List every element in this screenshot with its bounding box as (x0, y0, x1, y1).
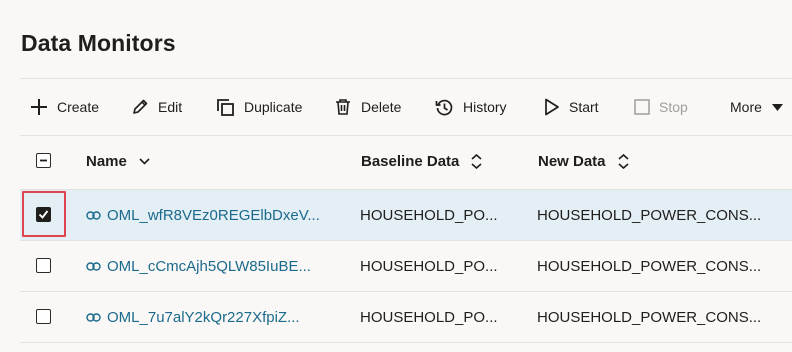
start-label: Start (569, 99, 599, 115)
row-checkbox[interactable] (36, 258, 51, 273)
monitor-name-link[interactable]: OML_wfR8VEz0REGElbDxeV... (86, 190, 348, 240)
more-label: More (730, 99, 762, 115)
stop-icon (634, 99, 650, 115)
caret-down-icon (771, 103, 783, 111)
toolbar: Create Edit Duplicate Delete History Sta… (20, 78, 792, 136)
new-data-cell: HOUSEHOLD_POWER_CONS... (537, 257, 762, 275)
table-row[interactable]: OML_wfR8VEz0REGElbDxeV... HOUSEHOLD_PO..… (20, 190, 792, 241)
create-label: Create (57, 99, 100, 115)
column-name-label: Name (86, 153, 127, 170)
duplicate-label: Duplicate (244, 99, 303, 115)
link-icon (86, 210, 101, 220)
column-header-name[interactable]: Name (86, 134, 150, 189)
page-title: Data Monitors (21, 30, 176, 56)
baseline-data-cell: HOUSEHOLD_PO... (360, 308, 498, 326)
create-button[interactable]: Create (30, 79, 99, 135)
selection-highlight (22, 191, 66, 237)
delete-label: Delete (361, 99, 402, 115)
chevron-down-icon (139, 158, 150, 165)
monitor-name: OML_cCmcAjh5QLW85IuBE... (107, 257, 311, 275)
baseline-data-cell: HOUSEHOLD_PO... (360, 206, 498, 224)
row-checkbox[interactable] (36, 309, 51, 324)
duplicate-icon (217, 98, 234, 116)
pencil-icon (133, 99, 148, 114)
more-button[interactable]: More (730, 79, 792, 135)
table-header: Name Baseline Data New Data (20, 134, 792, 190)
edit-button[interactable]: Edit (131, 79, 182, 135)
table-row[interactable]: OML_7u7alY2kQr227XfpiZ... HOUSEHOLD_PO..… (20, 292, 792, 343)
column-baseline-label: Baseline Data (361, 153, 460, 170)
history-button[interactable]: History (435, 79, 507, 135)
edit-label: Edit (158, 99, 183, 115)
monitor-name: OML_7u7alY2kQr227XfpiZ... (107, 308, 300, 326)
link-icon (86, 312, 101, 322)
select-all-checkbox[interactable] (36, 153, 51, 168)
minus-icon (39, 159, 47, 161)
sort-icon (471, 154, 482, 169)
play-icon (545, 98, 559, 116)
start-button[interactable]: Start (544, 79, 599, 135)
baseline-data-cell: HOUSEHOLD_PO... (360, 257, 498, 275)
stop-button[interactable]: Stop (634, 79, 688, 135)
table-row[interactable]: OML_cCmcAjh5QLW85IuBE... HOUSEHOLD_PO...… (20, 241, 792, 292)
monitor-name-link[interactable]: OML_cCmcAjh5QLW85IuBE... (86, 241, 348, 291)
column-header-new-data[interactable]: New Data (538, 134, 629, 189)
history-icon (435, 99, 453, 115)
trash-icon (336, 99, 350, 115)
plus-icon (31, 99, 47, 115)
column-new-data-label: New Data (538, 153, 606, 170)
stop-label: Stop (659, 99, 688, 115)
history-label: History (463, 99, 507, 115)
monitor-name-link[interactable]: OML_7u7alY2kQr227XfpiZ... (86, 292, 348, 342)
monitor-name: OML_wfR8VEz0REGElbDxeV... (107, 206, 320, 224)
column-header-baseline[interactable]: Baseline Data (361, 134, 482, 189)
new-data-cell: HOUSEHOLD_POWER_CONS... (537, 308, 762, 326)
sort-icon (617, 154, 629, 169)
new-data-cell: HOUSEHOLD_POWER_CONS... (537, 206, 762, 224)
delete-button[interactable]: Delete (334, 79, 401, 135)
duplicate-button[interactable]: Duplicate (216, 79, 302, 135)
link-icon (86, 261, 101, 271)
